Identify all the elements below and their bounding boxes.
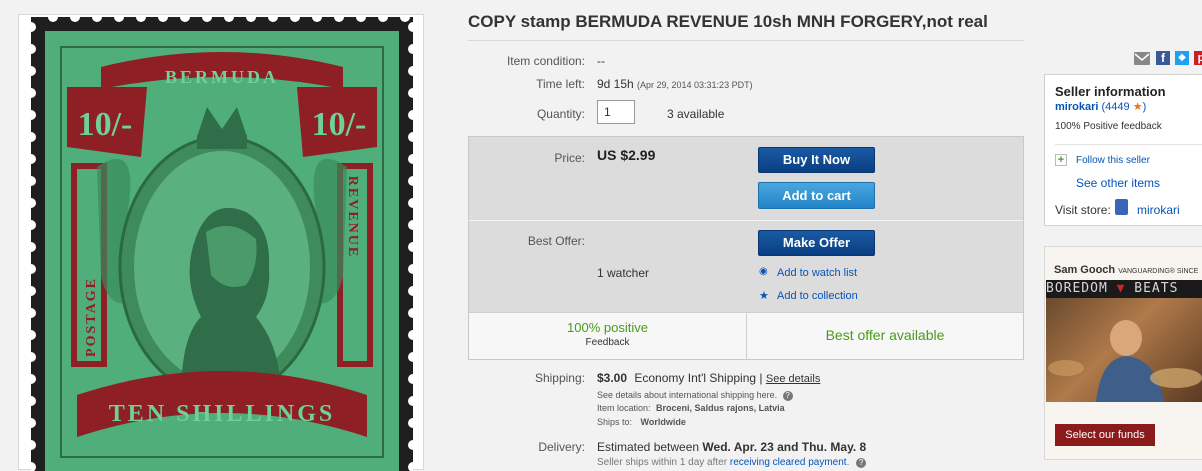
- shipping-label: Shipping:: [534, 371, 585, 385]
- item-location-label: Item location:: [597, 403, 651, 413]
- store-name-link[interactable]: mirokari: [1137, 203, 1180, 217]
- seller-divider: [1055, 144, 1202, 145]
- email-share-icon[interactable]: [1134, 52, 1150, 65]
- ships-to-label: Ships to:: [597, 417, 633, 427]
- seller-id-line: mirokari (4449 ★): [1055, 100, 1146, 113]
- time-left-value: 9d 15h: [597, 77, 634, 91]
- quantity-available: 3 available: [667, 107, 725, 121]
- intl-shipping-text: See details about international shipping…: [597, 390, 778, 400]
- delivery-prefix: Estimated between: [597, 440, 700, 454]
- ad-arrow-icon: ▼: [1116, 281, 1126, 296]
- add-to-collection-link[interactable]: Add to collection: [777, 290, 858, 302]
- stamp-value-left: 10/-: [78, 106, 133, 143]
- shipping-method: Economy Int'l Shipping: [634, 371, 757, 385]
- add-to-cart-button[interactable]: Add to cart: [758, 182, 875, 209]
- item-location: Item location: Broceni, Saldus rajons, L…: [597, 403, 785, 413]
- follow-plus-icon[interactable]: +: [1055, 154, 1067, 166]
- help-icon[interactable]: ?: [856, 458, 867, 468]
- condition-value: --: [597, 54, 605, 68]
- delivery-estimate: Estimated between Wed. Apr. 23 and Thu. …: [597, 440, 866, 454]
- seller-score-close: ): [1142, 101, 1147, 113]
- price-divider: [469, 220, 1023, 221]
- stamp-bottom-text: TEN SHILLINGS: [109, 401, 335, 427]
- ad-brand-line: Sam Gooch VANGUARDING® SINCE: [1054, 264, 1198, 276]
- add-to-watch-list-link[interactable]: Add to watch list: [777, 267, 857, 279]
- stamp-left-side: POSTAGE: [84, 277, 99, 357]
- time-end: (Apr 29, 2014 03:31:23 PDT): [637, 80, 753, 90]
- stamp-right-side: REVENUE: [345, 176, 360, 258]
- item-image[interactable]: BERMUDA 10/- 10/- POSTAGE REVENUE TEN SH…: [18, 14, 424, 471]
- ad-banner-right: BEATS: [1134, 281, 1179, 296]
- feedback-label: Feedback: [585, 337, 630, 348]
- see-details-link[interactable]: See details: [766, 373, 820, 385]
- stamp-picture: BERMUDA 10/- 10/- POSTAGE REVENUE TEN SH…: [31, 17, 413, 471]
- ad-tagline: VANGUARDING® SINCE: [1118, 268, 1199, 275]
- ad-banner-left: BOREDOM: [1046, 281, 1108, 296]
- shipping-line: $3.00 Economy Int'l Shipping | See detai…: [597, 371, 820, 385]
- watcher-count: 1 watcher: [597, 266, 650, 280]
- item-location-value: Broceni, Saldus rajons, Latvia: [656, 403, 785, 413]
- stamp-top-text: BERMUDA: [165, 67, 279, 87]
- stamp-value-right: 10/-: [312, 106, 367, 143]
- feedback-star-icon: ★: [1132, 101, 1143, 113]
- quantity-input[interactable]: 1: [597, 100, 635, 124]
- follow-seller-link[interactable]: Follow this seller: [1076, 155, 1150, 166]
- delivery-note-suffix: .: [846, 457, 850, 468]
- ad-photo: [1046, 298, 1202, 402]
- help-icon[interactable]: ?: [782, 391, 793, 401]
- shipping-cost: $3.00: [597, 371, 628, 385]
- price-label: Price:: [554, 151, 585, 165]
- eye-icon: ◉: [759, 266, 768, 277]
- seller-score[interactable]: (4449: [1101, 101, 1129, 113]
- positive-feedback: 100% positive: [567, 320, 648, 335]
- shipping-separator: |: [759, 371, 763, 385]
- see-other-items-link[interactable]: See other items: [1076, 176, 1160, 190]
- title-divider: [468, 40, 1024, 41]
- make-offer-button[interactable]: Make Offer: [758, 230, 875, 256]
- seller-heading: Seller information: [1055, 84, 1166, 99]
- delivery-note-prefix: Seller ships within 1 day after: [597, 457, 728, 468]
- best-offer-label: Best Offer:: [527, 234, 585, 248]
- condition-label: Item condition:: [506, 54, 585, 68]
- time-left-label: Time left:: [536, 77, 585, 91]
- buy-it-now-button[interactable]: Buy It Now: [758, 147, 875, 173]
- quantity-label: Quantity:: [536, 107, 585, 121]
- delivery-label: Delivery:: [538, 440, 585, 454]
- intl-shipping-note: See details about international shipping…: [597, 390, 793, 401]
- ad-banner: BOREDOM ▼ BEATS: [1046, 280, 1202, 298]
- store-icon[interactable]: [1115, 199, 1128, 215]
- price-value: US $2.99: [597, 147, 656, 163]
- select-funds-button[interactable]: Select our funds: [1055, 424, 1155, 446]
- seller-positive-feedback: 100% Positive feedback: [1055, 121, 1162, 132]
- delivery-note: Seller ships within 1 day after receivin…: [597, 457, 867, 468]
- delivery-dates: Wed. Apr. 23 and Thu. May. 8: [702, 440, 867, 454]
- ad-brand: Sam Gooch: [1054, 264, 1116, 276]
- item-title: COPY stamp BERMUDA REVENUE 10sh MNH FORG…: [468, 12, 988, 31]
- visit-store-label: Visit store:: [1055, 203, 1111, 217]
- cleared-payment-link[interactable]: receiving cleared payment: [730, 457, 847, 468]
- facebook-share-icon[interactable]: f: [1156, 51, 1170, 65]
- ships-to-value: Worldwide: [640, 417, 686, 427]
- ships-to: Ships to: Worldwide: [597, 417, 686, 427]
- pinterest-share-icon[interactable]: p: [1194, 51, 1202, 65]
- seller-name-link[interactable]: mirokari: [1055, 101, 1098, 113]
- star-icon: ★: [759, 290, 769, 302]
- best-offer-available: Best offer available: [825, 327, 945, 343]
- twitter-share-icon[interactable]: ◆: [1175, 51, 1189, 65]
